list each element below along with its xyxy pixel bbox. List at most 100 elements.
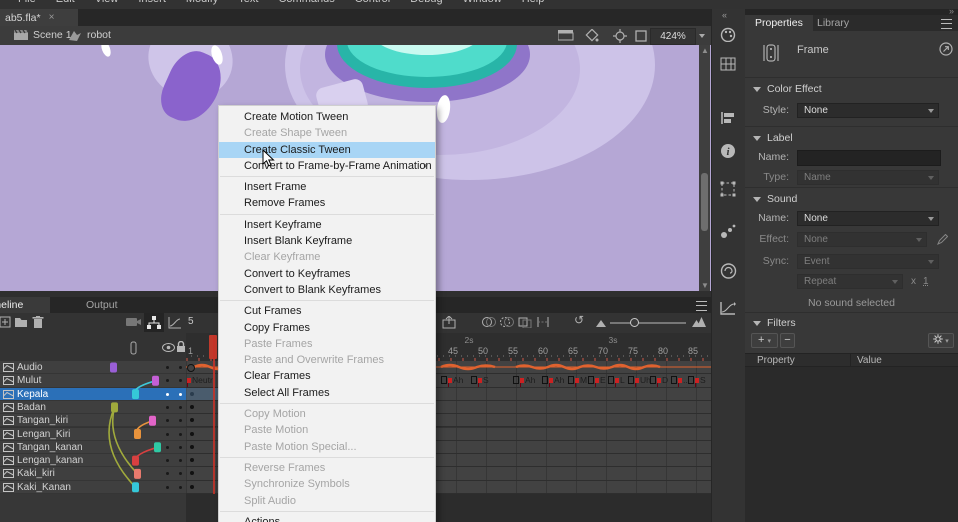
parent-chip-lengan_kanan[interactable] xyxy=(132,456,139,466)
menu-view[interactable]: View xyxy=(95,0,119,5)
zoom-level-select[interactable]: 424% xyxy=(650,28,696,45)
reset-timeline-zoom-icon[interactable]: ↺ xyxy=(574,313,584,327)
frame-label-keyframe[interactable]: .. xyxy=(671,375,688,385)
timeline-zoom-slider-knob[interactable] xyxy=(630,318,639,327)
menu-text[interactable]: Text xyxy=(238,0,258,5)
onion-skin-outline-icon[interactable] xyxy=(500,316,514,328)
parent-chip-mulut[interactable] xyxy=(152,376,159,386)
document-tab[interactable]: ab5.fla* × xyxy=(0,9,78,26)
scroll-up-icon[interactable]: ▲ xyxy=(701,46,709,55)
menu-item-insert-frame[interactable]: Insert Frame xyxy=(219,179,435,195)
menu-item-select-all-frames[interactable]: Select All Frames xyxy=(219,385,435,401)
tab-timeline[interactable]: Timeline xyxy=(0,297,50,313)
menu-item-create-classic-tween[interactable]: Create Classic Tween xyxy=(219,142,435,158)
frame-label-keyframe[interactable]: M xyxy=(568,375,587,385)
menu-commands[interactable]: Commands xyxy=(278,0,334,5)
menu-item-insert-blank-keyframe[interactable]: Insert Blank Keyframe xyxy=(219,233,435,249)
keyframe-hollow[interactable] xyxy=(187,364,195,372)
export-frame-icon[interactable] xyxy=(442,316,456,329)
delete-layer-icon[interactable] xyxy=(32,316,44,329)
transform-panel-icon[interactable] xyxy=(720,181,737,197)
frame-label-keyframe[interactable]: L xyxy=(608,375,625,385)
close-icon[interactable]: × xyxy=(49,12,55,23)
menu-item-copy-frames[interactable]: Copy Frames xyxy=(219,320,435,336)
menu-item-create-motion-tween[interactable]: Create Motion Tween xyxy=(219,109,435,125)
add-camera-icon[interactable] xyxy=(126,316,142,328)
menu-item-convert-to-frame-by-frame-animation[interactable]: Convert to Frame-by-Frame Animation› xyxy=(219,158,435,174)
graph-editor-icon[interactable] xyxy=(168,316,182,329)
menu-item-convert-to-keyframes[interactable]: Convert to Keyframes xyxy=(219,266,435,282)
keyframe-dot[interactable] xyxy=(190,418,194,422)
eye-icon[interactable] xyxy=(162,343,175,352)
frame-label-keyframe[interactable]: S xyxy=(471,375,489,385)
keyframe-dot[interactable] xyxy=(190,432,194,436)
new-layer-icon[interactable] xyxy=(0,316,11,328)
keyframe-dot[interactable] xyxy=(190,458,194,462)
remove-filter-button[interactable]: − xyxy=(780,333,795,348)
frame-label-keyframe[interactable]: E xyxy=(588,375,606,385)
frame-label-keyframe[interactable]: Uh xyxy=(628,375,651,385)
panel-menu-icon[interactable] xyxy=(696,301,707,311)
breadcrumb-scene[interactable]: Scene 1 xyxy=(33,29,72,41)
sound-name-dropdown[interactable]: None xyxy=(797,211,939,226)
new-folder-icon[interactable] xyxy=(14,316,28,328)
brush-library-panel-icon[interactable] xyxy=(720,223,737,239)
color-panel-icon[interactable] xyxy=(720,27,737,42)
tab-output[interactable]: Output xyxy=(86,297,118,313)
onion-skin-range-icon[interactable] xyxy=(536,316,550,328)
label-name-input[interactable] xyxy=(797,150,941,166)
fill-icon[interactable] xyxy=(585,29,600,42)
menu-item-insert-keyframe[interactable]: Insert Keyframe xyxy=(219,217,435,233)
section-color-effect[interactable]: Color Effect xyxy=(753,83,822,95)
menu-edit[interactable]: Edit xyxy=(56,0,75,5)
menu-item-clear-frames[interactable]: Clear Frames xyxy=(219,368,435,384)
frame-label-keyframe[interactable]: Ah xyxy=(513,375,535,385)
menu-control[interactable]: Control xyxy=(355,0,390,5)
scrollbar-thumb[interactable] xyxy=(701,173,708,231)
tab-library[interactable]: Library xyxy=(817,15,849,31)
menu-item-cut-frames[interactable]: Cut Frames xyxy=(219,303,435,319)
style-dropdown[interactable]: None xyxy=(797,103,939,118)
menu-window[interactable]: Window xyxy=(463,0,502,5)
parent-chip-kepala[interactable] xyxy=(132,389,139,399)
timeline-zoom-slider-track[interactable] xyxy=(610,322,686,324)
parent-chip-tangan_kanan[interactable] xyxy=(154,442,161,452)
chevron-down-icon[interactable] xyxy=(699,34,705,38)
show-parenting-view-toggle[interactable] xyxy=(144,313,164,332)
frame-label-keyframe[interactable]: Ah xyxy=(441,375,463,385)
parent-chip-lengan_kiri[interactable] xyxy=(134,429,141,439)
section-sound[interactable]: Sound xyxy=(753,193,797,205)
zoom-out-frames-icon[interactable] xyxy=(596,320,606,327)
menu-insert[interactable]: Insert xyxy=(138,0,166,5)
keyframe-dot[interactable] xyxy=(190,485,194,489)
keyframe-dot[interactable] xyxy=(190,445,194,449)
filter-options-button[interactable]: ▾ xyxy=(928,333,954,348)
onion-skin-icon[interactable] xyxy=(482,316,496,328)
menu-item-remove-frames[interactable]: Remove Frames xyxy=(219,195,435,211)
camera-icon[interactable] xyxy=(558,30,574,41)
zoom-in-frames-icon[interactable] xyxy=(692,317,706,327)
parent-chip-badan[interactable] xyxy=(111,402,118,412)
edit-multiple-frames-icon[interactable] xyxy=(518,316,532,328)
parent-chip-kaki_kiri[interactable] xyxy=(134,469,141,479)
keyframe-dot[interactable] xyxy=(190,471,194,475)
menu-file[interactable]: File xyxy=(18,0,36,5)
tab-properties[interactable]: Properties xyxy=(745,15,813,31)
frame-label-keyframe[interactable]: D xyxy=(650,375,668,385)
menu-debug[interactable]: Debug xyxy=(410,0,442,5)
collapse-panels-icon[interactable]: « xyxy=(722,10,727,20)
frame-label-keyframe[interactable]: Neutr xyxy=(187,375,213,385)
cc-libraries-panel-icon[interactable] xyxy=(720,263,738,279)
parent-chip-audio[interactable] xyxy=(110,363,117,373)
stage-vertical-scrollbar[interactable]: ▲ ▼ xyxy=(699,45,710,291)
parenting-links-graph[interactable] xyxy=(95,361,186,494)
motion-presets-panel-icon[interactable] xyxy=(720,301,737,316)
scroll-down-icon[interactable]: ▼ xyxy=(701,281,709,290)
add-filter-button[interactable]: + ▾ xyxy=(751,333,778,348)
center-stage-icon[interactable] xyxy=(613,29,627,43)
frame-label-keyframe[interactable]: S xyxy=(688,375,706,385)
section-label[interactable]: Label xyxy=(753,132,793,144)
menu-item-actions[interactable]: Actions xyxy=(219,514,435,522)
swatches-panel-icon[interactable] xyxy=(720,57,737,71)
align-panel-icon[interactable] xyxy=(720,111,737,125)
